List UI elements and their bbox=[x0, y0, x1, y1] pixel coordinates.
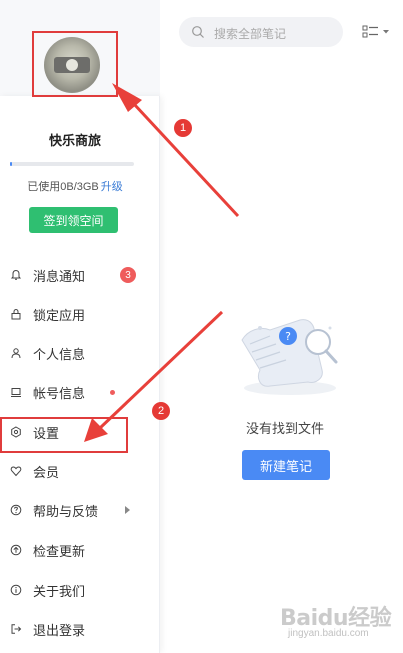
highlight-settings-box bbox=[0, 417, 128, 453]
view-mode-toggle[interactable] bbox=[362, 24, 390, 40]
empty-state-text: 没有找到文件 bbox=[245, 421, 324, 436]
menu-item-label: 个人信息 bbox=[33, 346, 86, 362]
logout-icon bbox=[9, 622, 23, 636]
help-icon bbox=[9, 503, 23, 517]
chevron-right-icon bbox=[125, 506, 130, 514]
menu-item-check-update[interactable]: 检查更新 bbox=[0, 535, 160, 565]
menu-item-personal-info[interactable]: 个人信息 bbox=[0, 338, 160, 368]
info-icon bbox=[9, 583, 23, 597]
menu-item-help-feedback[interactable]: 帮助与反馈 bbox=[0, 495, 160, 525]
menu-item-label: 会员 bbox=[33, 464, 60, 480]
watermark: Baidu经验 jingyan.baidu.com bbox=[280, 598, 398, 646]
menu-item-label: 锁定应用 bbox=[33, 307, 86, 323]
search-placeholder: 搜索全部笔记 bbox=[214, 27, 287, 41]
menu-item-lock-app[interactable]: 锁定应用 bbox=[0, 299, 160, 329]
storage-usage-fill bbox=[10, 162, 13, 166]
person-icon bbox=[9, 346, 23, 360]
menu-item-label: 检查更新 bbox=[33, 543, 86, 559]
menu-item-account-info[interactable]: 帐号信息 bbox=[0, 377, 160, 407]
step-2-marker: 2 bbox=[152, 402, 170, 420]
upgrade-link[interactable]: 升级 bbox=[101, 181, 123, 193]
menu-item-label: 退出登录 bbox=[33, 622, 86, 638]
username: 快乐商旅 bbox=[48, 133, 101, 148]
heart-icon bbox=[9, 464, 23, 478]
watermark-subtext: jingyan.baidu.com bbox=[288, 628, 369, 639]
list-view-icon bbox=[362, 25, 389, 38]
menu-item-label: 关于我们 bbox=[33, 583, 86, 599]
bell-icon bbox=[9, 268, 23, 282]
step-1-marker: 1 bbox=[174, 119, 192, 137]
menu-item-label: 消息通知 bbox=[33, 268, 86, 284]
laptop-icon bbox=[9, 385, 23, 399]
menu-item-membership[interactable]: 会员 bbox=[0, 456, 160, 486]
menu-item-logout[interactable]: 退出登录 bbox=[0, 614, 160, 644]
storage-used-label: 已使用0B/3GB bbox=[27, 181, 99, 193]
menu-item-notifications[interactable]: 消息通知 3 bbox=[0, 260, 160, 290]
lock-icon bbox=[9, 307, 23, 321]
highlight-avatar-box bbox=[32, 31, 118, 97]
menu-item-about-us[interactable]: 关于我们 bbox=[0, 575, 160, 605]
storage-usage-text: 已使用0B/3GB 升级 bbox=[0, 178, 150, 194]
search-icon bbox=[191, 25, 205, 44]
notification-count-badge: 3 bbox=[120, 267, 136, 283]
menu-item-label: 帐号信息 bbox=[33, 385, 86, 401]
upgrade-icon bbox=[9, 543, 23, 557]
menu-item-label: 帮助与反馈 bbox=[33, 503, 99, 519]
unread-dot bbox=[110, 389, 115, 395]
empty-state-illustration: ? bbox=[230, 300, 350, 400]
storage-usage-bar bbox=[10, 162, 134, 166]
svg-text:?: ? bbox=[285, 330, 291, 343]
search-bar[interactable]: 搜索全部笔记 bbox=[179, 17, 343, 47]
checkin-button[interactable]: 签到领空间 bbox=[29, 207, 118, 233]
new-note-button[interactable]: 新建笔记 bbox=[242, 450, 330, 480]
